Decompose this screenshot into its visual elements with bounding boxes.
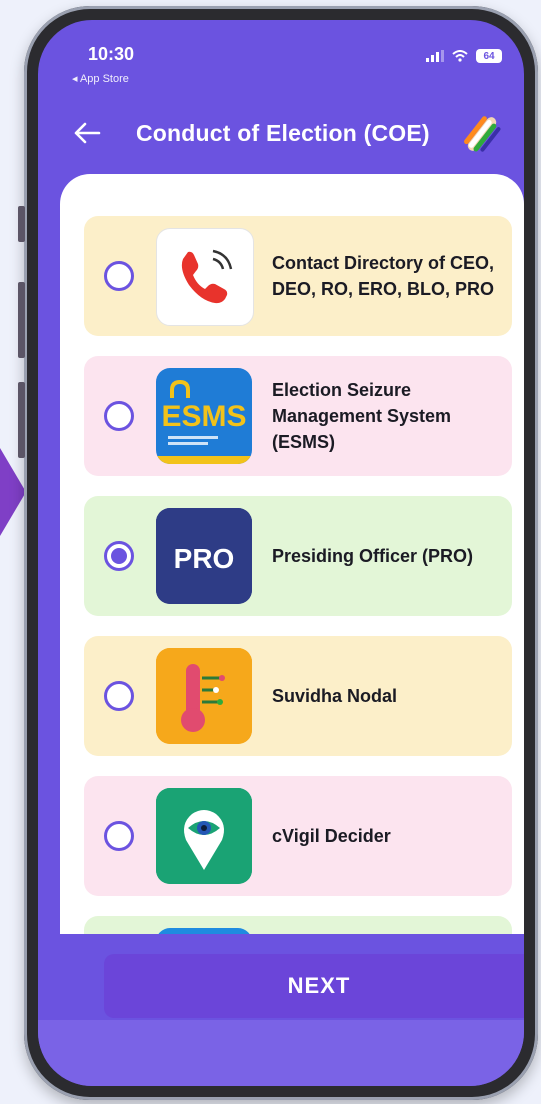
radio-cvigil-decider[interactable] — [104, 821, 134, 851]
status-bar: 10:30 ◂ App Store 64 — [38, 20, 524, 90]
page-title: Conduct of Election (COE) — [136, 120, 430, 146]
option-list: Contact Directory of CEO, DEO, RO, ERO, … — [60, 174, 524, 934]
option-label: Presiding Officer (PRO) — [272, 546, 474, 566]
option-label: Contact Directory of CEO, DEO, RO, ERO, … — [272, 253, 495, 299]
pro-logo-text: PRO — [174, 543, 235, 574]
partial-app-icon — [156, 928, 252, 934]
option-esms[interactable]: ESMS Election Seizure Management System … — [84, 356, 512, 476]
radio-esms[interactable] — [104, 401, 134, 431]
phone-volume-down — [18, 382, 25, 458]
next-button[interactable]: NEXT — [104, 954, 524, 1018]
radio-contact-directory[interactable] — [104, 261, 134, 291]
option-label: cVigil Decider — [272, 826, 391, 846]
status-icons: 64 — [426, 49, 502, 63]
status-time: 10:30 — [88, 44, 135, 64]
back-arrow-icon[interactable] — [72, 118, 102, 148]
phone-silent-switch — [18, 206, 25, 242]
phone-volume-up — [18, 282, 25, 358]
esms-logo-icon: ESMS — [156, 368, 252, 464]
phone-screen: 10:30 ◂ App Store 64 Conduct of Election… — [38, 20, 524, 1086]
radio-presiding-officer-selected[interactable] — [104, 541, 134, 571]
option-cvigil-decider[interactable]: cVigil Decider — [84, 776, 512, 896]
option-partial-next[interactable] — [84, 916, 512, 934]
back-to-app-store-link[interactable]: ◂ App Store — [72, 72, 129, 85]
election-ink-finger-icon — [464, 116, 501, 152]
battery-icon: 64 — [476, 49, 502, 63]
bottom-bar — [38, 1020, 524, 1086]
pro-logo-icon: PRO — [156, 508, 252, 604]
option-label: Suvidha Nodal — [272, 686, 398, 706]
option-label: Election Seizure Management System (ESMS… — [272, 380, 452, 452]
esms-logo-text: ESMS — [161, 400, 246, 433]
left-arrow-marker — [0, 448, 26, 536]
option-contact-directory[interactable]: Contact Directory of CEO, DEO, RO, ERO, … — [84, 216, 512, 336]
option-presiding-officer[interactable]: PRO Presiding Officer (PRO) — [84, 496, 512, 616]
app-header: Conduct of Election (COE) — [38, 108, 524, 168]
suvidha-thermometer-icon — [156, 648, 252, 744]
radio-suvidha-nodal[interactable] — [104, 681, 134, 711]
option-suvidha-nodal[interactable]: Suvidha Nodal — [84, 636, 512, 756]
phone-frame: 10:30 ◂ App Store 64 Conduct of Election… — [18, 6, 538, 1100]
cellular-signal-icon — [426, 50, 444, 62]
wifi-icon — [452, 50, 468, 62]
phone-call-icon — [156, 228, 254, 326]
cvigil-eye-pin-icon — [156, 788, 252, 884]
